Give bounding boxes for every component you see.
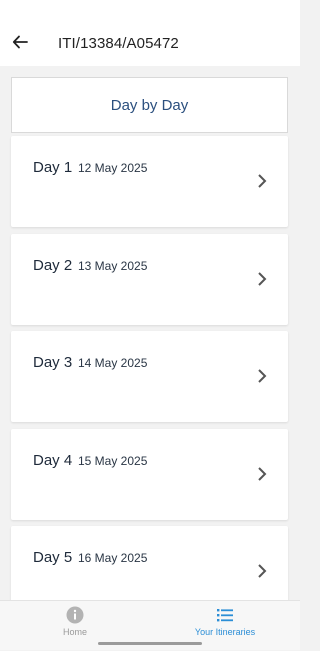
day-label: Day 5 — [33, 549, 73, 566]
day-label: Day 4 — [33, 452, 73, 469]
itinerary-content: Day by Day Day 1 12 May 2025 Day 2 13 Ma… — [0, 66, 300, 600]
section-title: Day by Day — [110, 96, 189, 114]
day-label: Day 3 — [33, 354, 73, 371]
day-card-1[interactable]: Day 1 12 May 2025 — [11, 136, 288, 227]
day-card-5[interactable]: Day 5 16 May 2025 — [11, 526, 288, 600]
day-date: 15 May 2025 — [78, 454, 148, 468]
page-title: ITI/13384/A05472 — [58, 35, 179, 52]
day-by-day-header: Day by Day — [11, 77, 288, 133]
nav-itineraries-label: Your Itineraries — [194, 627, 256, 637]
day-date: 14 May 2025 — [78, 356, 148, 370]
day-date: 16 May 2025 — [78, 551, 148, 565]
chevron-right-icon — [258, 174, 267, 188]
chevron-right-icon — [258, 467, 267, 481]
chevron-right-icon — [258, 272, 267, 286]
day-date: 12 May 2025 — [78, 161, 148, 175]
list-icon — [217, 609, 233, 622]
back-button[interactable] — [8, 30, 32, 54]
app-bar: ITI/13384/A05472 — [0, 0, 300, 66]
day-label: Day 2 — [33, 257, 73, 274]
arrow-left-icon — [12, 35, 28, 49]
chevron-right-icon — [258, 369, 267, 383]
info-icon — [66, 606, 84, 624]
home-indicator[interactable] — [98, 642, 202, 645]
day-card-2[interactable]: Day 2 13 May 2025 — [11, 234, 288, 325]
day-date: 13 May 2025 — [78, 259, 148, 273]
nav-home-label: Home — [62, 627, 87, 637]
day-card-3[interactable]: Day 3 14 May 2025 — [11, 331, 288, 422]
chevron-right-icon — [258, 564, 267, 578]
day-label: Day 1 — [33, 159, 73, 176]
day-card-4[interactable]: Day 4 15 May 2025 — [11, 429, 288, 520]
